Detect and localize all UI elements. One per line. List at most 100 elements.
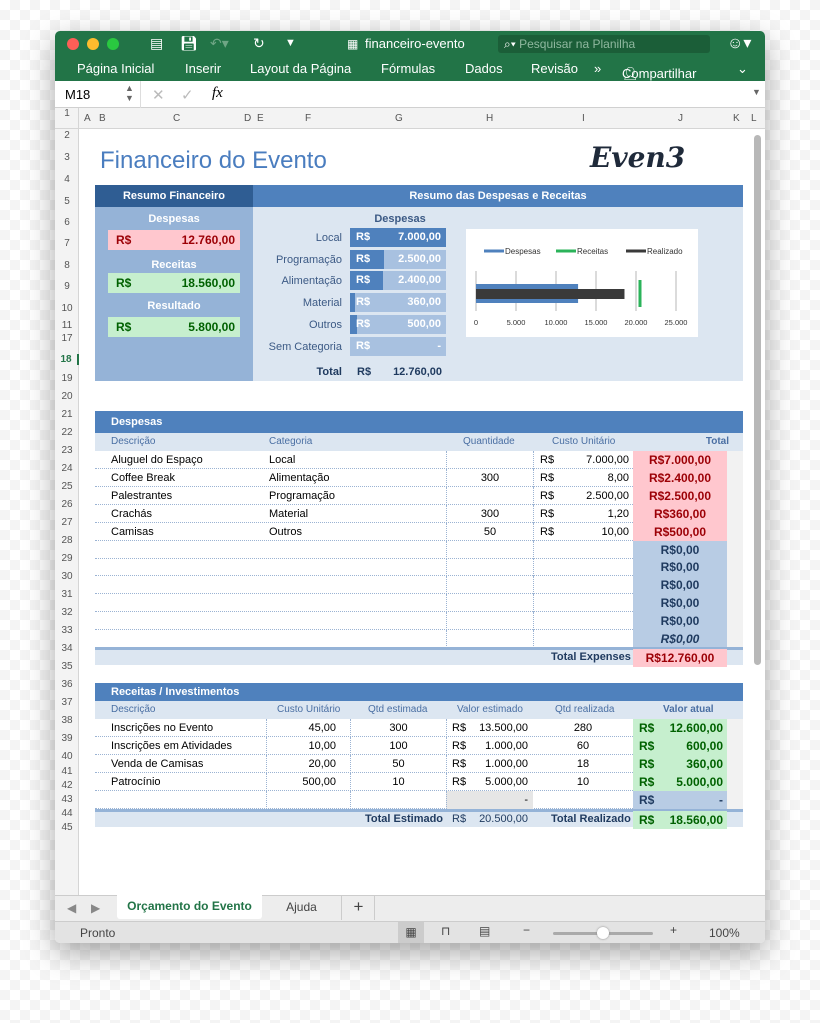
row-header[interactable]: 26 — [55, 499, 79, 510]
row-header[interactable]: 5 — [55, 196, 79, 207]
vertical-scrollbar[interactable] — [754, 135, 761, 665]
category-databar-cell[interactable]: R$ 2.400,00 — [350, 271, 446, 291]
col-header[interactable]: A — [84, 113, 91, 124]
col-header[interactable]: C — [173, 113, 180, 124]
desc-cell[interactable]: Palestrantes — [111, 490, 172, 502]
desc-cell[interactable]: Inscrições em Atividades — [111, 740, 232, 752]
row-header[interactable]: 27 — [55, 517, 79, 528]
row-header[interactable]: 28 — [55, 535, 79, 546]
row-header[interactable]: 31 — [55, 589, 79, 600]
row-header[interactable]: 37 — [55, 697, 79, 708]
unit-cost-cell[interactable]: 45,00 — [270, 722, 336, 734]
col-header[interactable]: J — [678, 113, 683, 124]
desc-cell[interactable]: Venda de Camisas — [111, 758, 203, 770]
tab-dados[interactable]: Dados — [465, 61, 503, 76]
qty-est-cell[interactable]: 300 — [351, 722, 446, 734]
row-header[interactable]: 30 — [55, 571, 79, 582]
page-layout-view-icon[interactable]: ⊓ — [441, 924, 450, 938]
expand-formula-icon[interactable]: ▼ — [752, 87, 761, 97]
normal-view-icon[interactable]: ▦ — [398, 922, 424, 943]
receitas-total-cell[interactable]: R$ 18.560,00 — [108, 273, 240, 293]
col-header[interactable]: G — [395, 113, 403, 124]
row-header[interactable]: 43 — [55, 794, 79, 805]
row-header[interactable]: 44 — [55, 808, 79, 819]
maximize-button[interactable] — [107, 38, 119, 50]
qty-real-cell[interactable]: 18 — [533, 758, 633, 770]
row-header[interactable]: 45 — [55, 822, 79, 833]
total-cell[interactable]: R$2.500,00 — [633, 486, 727, 505]
qty-real-cell[interactable]: 280 — [533, 722, 633, 734]
col-header[interactable]: H — [486, 113, 493, 124]
search-input[interactable]: ⌕▾ Pesquisar na Planilha — [498, 35, 710, 53]
redo-icon[interactable]: ↻ — [253, 35, 265, 52]
row-header[interactable]: 29 — [55, 553, 79, 564]
row-header[interactable]: 18 — [55, 354, 79, 365]
unit-cost-cell[interactable]: 7.000,00 — [565, 454, 629, 466]
row-header[interactable]: 40 — [55, 751, 79, 762]
insert-function-icon[interactable]: fx — [212, 85, 223, 102]
qty-est-cell[interactable]: 50 — [351, 758, 446, 770]
row-header[interactable]: 1 — [55, 108, 79, 119]
row-header[interactable]: 22 — [55, 427, 79, 438]
row-header[interactable]: 36 — [55, 679, 79, 690]
row-header[interactable]: 11 — [55, 320, 79, 331]
total-cell[interactable]: R$0,00 — [633, 594, 727, 613]
unit-cost-cell[interactable]: 10,00 — [565, 526, 629, 538]
col-header[interactable]: K — [733, 113, 740, 124]
total-expenses-value[interactable]: R$12.760,00 — [633, 649, 727, 667]
total-cell[interactable]: R$0,00 — [633, 612, 727, 631]
worksheet-grid[interactable]: Financeiro do Evento Even3 Resumo Financ… — [80, 129, 765, 895]
collapse-ribbon-icon[interactable]: ⌄ — [737, 61, 748, 77]
add-sheet-button[interactable]: + — [343, 896, 375, 920]
row-header[interactable]: 17 — [55, 333, 79, 344]
prev-sheet-icon[interactable]: ◀ — [67, 901, 76, 915]
total-cell[interactable]: R$0,00 — [633, 630, 727, 648]
formula-input[interactable] — [235, 86, 755, 103]
col-header[interactable]: I — [582, 113, 585, 124]
total-cell[interactable]: R$0,00 — [633, 576, 727, 595]
desc-cell[interactable]: Patrocínio — [111, 776, 161, 788]
row-header[interactable]: 34 — [55, 643, 79, 654]
row-header[interactable]: 7 — [55, 238, 79, 249]
tab-pagina-inicial[interactable]: Página Inicial — [77, 61, 154, 76]
minimize-button[interactable] — [87, 38, 99, 50]
resultado-cell[interactable]: R$ 5.800,00 — [108, 317, 240, 337]
col-header[interactable]: B — [99, 113, 106, 124]
row-header[interactable]: 42 — [55, 780, 79, 791]
qty-est-cell[interactable]: 100 — [351, 740, 446, 752]
row-header[interactable]: 33 — [55, 625, 79, 636]
name-box-stepper-icon[interactable]: ▲ ▼ — [125, 83, 134, 103]
sheet-tab-ajuda[interactable]: Ajuda — [262, 896, 342, 920]
more-tabs-button[interactable]: » — [594, 61, 601, 76]
zoom-slider-knob[interactable] — [597, 927, 609, 939]
row-header[interactable]: 19 — [55, 373, 79, 384]
zoom-slider[interactable] — [553, 927, 653, 939]
tab-layout-da-pagina[interactable]: Layout da Página — [250, 61, 351, 76]
qty-real-cell[interactable]: 10 — [533, 776, 633, 788]
zoom-out-button[interactable]: − — [523, 923, 530, 937]
col-header[interactable]: E — [257, 113, 264, 124]
zoom-in-button[interactable]: + — [670, 923, 677, 937]
confirm-icon[interactable]: ✓ — [181, 86, 194, 104]
valor-atual-cell[interactable]: R$ - — [633, 791, 727, 809]
total-cell[interactable]: R$2.400,00 — [633, 468, 727, 487]
despesas-total-cell[interactable]: R$ 12.760,00 — [108, 230, 240, 250]
unit-cost-cell[interactable]: 8,00 — [565, 472, 629, 484]
row-header[interactable]: 38 — [55, 715, 79, 726]
category-cell[interactable]: Local — [269, 454, 295, 466]
qty-cell[interactable]: 300 — [447, 472, 533, 484]
total-cell[interactable]: R$500,00 — [633, 522, 727, 541]
row-header[interactable]: 8 — [55, 260, 79, 271]
row-header[interactable]: 32 — [55, 607, 79, 618]
row-header[interactable]: 9 — [55, 281, 79, 292]
total-realizado-cell[interactable]: R$ 18.560,00 — [633, 811, 727, 829]
row-header[interactable]: 39 — [55, 733, 79, 744]
row-header[interactable]: 35 — [55, 661, 79, 672]
category-databar-cell[interactable]: R$ - — [350, 336, 446, 356]
category-databar-cell[interactable]: R$ 2.500,00 — [350, 249, 446, 269]
close-button[interactable] — [67, 38, 79, 50]
total-cell[interactable]: R$7.000,00 — [633, 451, 727, 469]
row-header[interactable]: 41 — [55, 766, 79, 777]
col-header[interactable]: D — [244, 113, 251, 124]
qty-real-cell[interactable]: 60 — [533, 740, 633, 752]
